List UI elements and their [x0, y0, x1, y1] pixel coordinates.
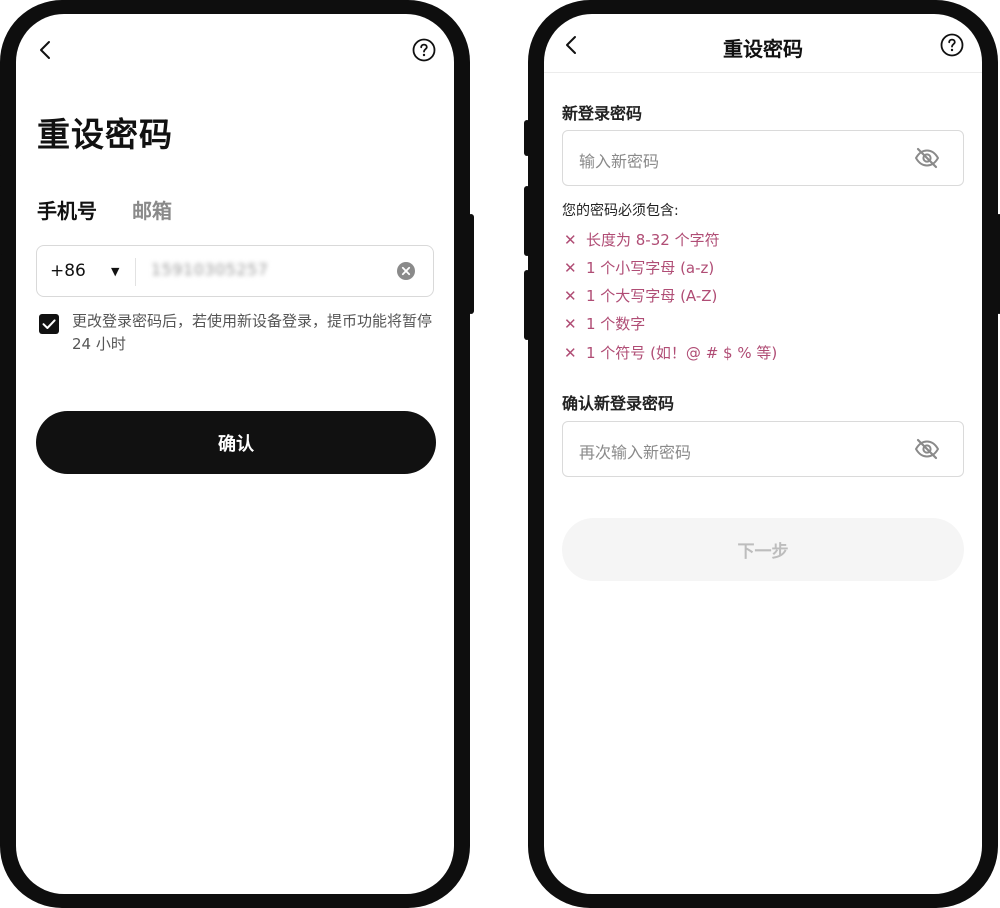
requirement-item: ✕ 1 个符号 (如！@ # $ % 等)	[564, 342, 777, 363]
requirement-text: 长度为 8-32 个字符	[586, 231, 720, 249]
header-divider	[544, 72, 982, 73]
requirement-text: 1 个符号 (如！@ # $ % 等)	[586, 344, 778, 362]
eye-off-icon[interactable]	[914, 438, 940, 460]
check-icon	[42, 319, 56, 329]
close-x-icon: ✕	[564, 258, 577, 277]
header-title: 重设密码	[723, 37, 803, 61]
side-button	[0, 120, 2, 156]
side-button	[524, 270, 530, 340]
screen-set-new-password: 重设密码 新登录密码 输入新密码 您的密码必须包含: ✕ 长度为 8-32 个字…	[544, 14, 982, 894]
requirement-text: 1 个小写字母 (a-z)	[586, 259, 715, 277]
input-divider	[135, 258, 136, 286]
confirm-password-label: 确认新登录密码	[562, 394, 675, 413]
confirm-password-placeholder: 再次输入新密码	[579, 443, 692, 462]
caret-down-icon[interactable]: ▼	[111, 265, 119, 278]
screen-reset-by-phone: 重设密码 手机号 邮箱 +86 ▼ 15910305257 更改登录密码后，若使…	[16, 14, 454, 894]
confirm-password-input[interactable]: 再次输入新密码	[562, 421, 964, 477]
side-button	[0, 186, 2, 256]
requirement-text: 1 个大写字母 (A-Z)	[586, 287, 718, 305]
tab-email[interactable]: 邮箱	[132, 195, 172, 224]
notice-checkbox[interactable]	[39, 314, 59, 334]
close-x-icon: ✕	[564, 230, 577, 249]
requirement-item: ✕ 1 个小写字母 (a-z)	[564, 257, 714, 278]
back-chevron-icon[interactable]	[34, 38, 58, 62]
new-password-placeholder: 输入新密码	[579, 152, 660, 171]
requirement-item: ✕ 1 个大写字母 (A-Z)	[564, 285, 717, 306]
country-code-selector[interactable]: +86	[50, 261, 86, 281]
phone-number-value[interactable]: 15910305257	[151, 260, 268, 279]
requirement-item: ✕ 1 个数字	[564, 313, 645, 334]
side-button	[996, 214, 1000, 314]
eye-off-icon[interactable]	[914, 147, 940, 169]
side-button	[524, 186, 530, 256]
close-x-icon: ✕	[564, 343, 577, 362]
phone-input[interactable]: +86 ▼ 15910305257	[36, 245, 434, 297]
clear-icon[interactable]	[396, 261, 416, 281]
side-button	[524, 120, 530, 156]
side-button	[0, 270, 2, 340]
requirement-item: ✕ 长度为 8-32 个字符	[564, 229, 720, 250]
help-icon[interactable]	[940, 33, 964, 57]
side-button	[468, 214, 474, 314]
requirement-text: 1 个数字	[586, 315, 646, 333]
close-x-icon: ✕	[564, 286, 577, 305]
confirm-button[interactable]: 确认	[36, 411, 436, 474]
help-icon[interactable]	[412, 38, 436, 62]
page-title: 重设密码	[37, 115, 173, 154]
phone-frame-right: 重设密码 新登录密码 输入新密码 您的密码必须包含: ✕ 长度为 8-32 个字…	[524, 0, 1000, 908]
new-password-label: 新登录密码	[562, 104, 643, 123]
requirements-title: 您的密码必须包含:	[562, 203, 679, 219]
next-button[interactable]: 下一步	[562, 518, 964, 581]
tab-phone[interactable]: 手机号	[37, 195, 97, 224]
close-x-icon: ✕	[564, 314, 577, 333]
new-password-input[interactable]: 输入新密码	[562, 130, 964, 186]
phone-frame-left: 重设密码 手机号 邮箱 +86 ▼ 15910305257 更改登录密码后，若使…	[0, 0, 474, 908]
notice-text: 更改登录密码后，若使用新设备登录，提币功能将暂停 24 小时	[72, 312, 433, 353]
